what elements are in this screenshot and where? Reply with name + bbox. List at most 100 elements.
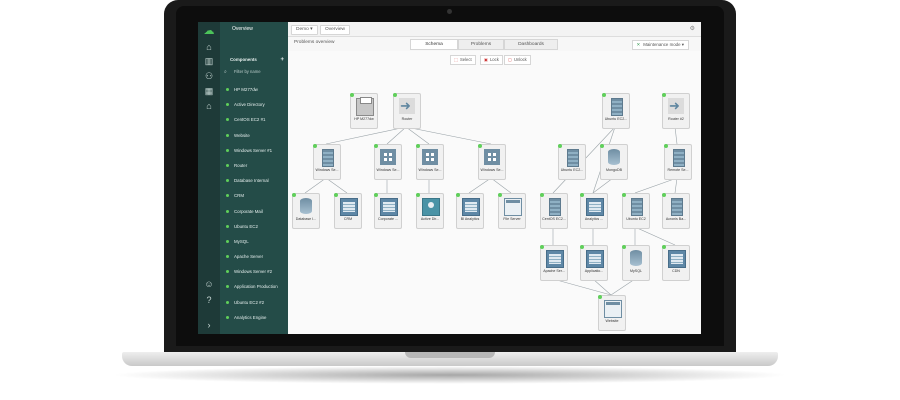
- schema-node[interactable]: CentOS EC2...: [540, 193, 568, 229]
- tab-dashboards[interactable]: Dashboards: [504, 39, 558, 50]
- maintenance-mode-toggle[interactable]: ✕ Maintenance mode ▾: [631, 40, 689, 50]
- connection-line: [592, 177, 614, 194]
- tab-problems[interactable]: Problems: [458, 39, 504, 50]
- filter-input[interactable]: ⌕ Filter by name: [220, 66, 288, 78]
- schema-node[interactable]: Ubuntu EC2: [622, 193, 650, 229]
- schema-node[interactable]: Router: [393, 93, 421, 129]
- node-label: Router: [401, 117, 413, 121]
- cloud-logo-icon[interactable]: ☁: [203, 26, 215, 37]
- status-dot-icon: [226, 148, 229, 152]
- app-icon: [586, 250, 604, 268]
- node-status-icon: [416, 144, 420, 148]
- component-item[interactable]: Router: [220, 158, 288, 173]
- schema-node[interactable]: Active Dir...: [416, 193, 444, 229]
- schema-node[interactable]: CDN: [662, 245, 690, 281]
- server-icon: [549, 198, 561, 216]
- schema-node[interactable]: File Server: [498, 193, 526, 229]
- node-status-icon: [600, 144, 604, 148]
- expand-icon[interactable]: ›: [203, 320, 215, 330]
- laptop-notch: [405, 352, 495, 358]
- icon-rail: ☁ ⌂ ▥ ⚇ ▦ ⌂ ☺ ? ›: [198, 22, 220, 334]
- schema-node[interactable]: Corporate ...: [374, 193, 402, 229]
- status-dot-icon: [226, 300, 229, 304]
- router-icon: [399, 98, 415, 114]
- component-item[interactable]: MySQL: [220, 234, 288, 249]
- chart-icon[interactable]: ▥: [203, 56, 215, 66]
- schema-node[interactable]: BI Analytics: [456, 193, 484, 229]
- node-status-icon: [558, 144, 562, 148]
- printer-icon: [356, 97, 374, 116]
- component-label: Windows Server #1: [234, 147, 273, 153]
- schema-node[interactable]: CRM: [334, 193, 362, 229]
- component-item[interactable]: Corporate Mail: [220, 204, 288, 219]
- server-icon: [567, 149, 579, 167]
- schema-node[interactable]: Router #2: [662, 93, 690, 129]
- schema-node[interactable]: Windows Se...: [416, 144, 444, 180]
- team-icon[interactable]: ⚇: [203, 71, 215, 81]
- schema-node[interactable]: Windows Se...: [478, 144, 506, 180]
- windows-icon: [422, 149, 438, 165]
- schema-node[interactable]: MySQL: [622, 245, 650, 281]
- database-icon: [608, 149, 620, 165]
- node-label: Website: [605, 319, 619, 323]
- calendar-icon[interactable]: ▦: [203, 86, 215, 96]
- schema-node[interactable]: Apache Ser...: [540, 245, 568, 281]
- schema-node[interactable]: Ubuntu EC2...: [558, 144, 586, 180]
- help-icon[interactable]: ?: [203, 295, 215, 305]
- schema-node[interactable]: Windows Se...: [374, 144, 402, 180]
- user-icon[interactable]: ☺: [203, 279, 215, 289]
- server-icon: [631, 198, 643, 216]
- status-dot-icon: [226, 255, 229, 259]
- status-dot-icon: [226, 239, 229, 243]
- schema-node[interactable]: Ubuntu EC2...: [602, 93, 630, 129]
- component-item[interactable]: Apache Server: [220, 249, 288, 264]
- component-item[interactable]: Ubuntu EC2: [220, 219, 288, 234]
- schema-canvas[interactable]: ⬚Select ▣Lock ▢Unlock HP M277dwRouterWin…: [288, 51, 701, 334]
- server-icon: [671, 198, 683, 216]
- server-icon: [673, 149, 685, 167]
- tab-schema[interactable]: Schema: [410, 39, 458, 50]
- schema-node[interactable]: Applicatio...: [580, 245, 608, 281]
- schema-node[interactable]: Analytics ...: [580, 193, 608, 229]
- node-label: CRM: [343, 217, 353, 221]
- node-label: Ubuntu EC2...: [560, 168, 584, 172]
- component-item[interactable]: HP M277dw: [220, 82, 288, 97]
- component-item[interactable]: Analytics Engine: [220, 310, 288, 325]
- components-section: Components +: [220, 54, 288, 66]
- node-label: Applicatio...: [584, 269, 604, 273]
- component-item[interactable]: Active Directory: [220, 97, 288, 112]
- component-label: HP M277dw: [234, 87, 258, 92]
- component-item[interactable]: Windows Server #1: [220, 143, 288, 158]
- app-icon: [546, 250, 564, 268]
- schema-node[interactable]: Remote Se...: [664, 144, 692, 180]
- schema-node[interactable]: Acronis Ba...: [662, 193, 690, 229]
- component-item[interactable]: Windows Server #2: [220, 264, 288, 279]
- component-item[interactable]: Application Production: [220, 279, 288, 294]
- page-subtitle: Problems overview: [294, 40, 335, 45]
- node-label: File Server: [503, 217, 521, 221]
- schema-node[interactable]: Website: [598, 295, 626, 331]
- building-icon[interactable]: ⌂: [203, 101, 215, 111]
- breadcrumb-demo[interactable]: Demo ▾: [291, 25, 318, 35]
- app-screen: ☁ ⌂ ▥ ⚇ ▦ ⌂ ☺ ? › Overview Components + …: [198, 22, 701, 334]
- component-item[interactable]: Website: [220, 128, 288, 143]
- sidebar-header[interactable]: Overview: [220, 22, 288, 36]
- schema-node[interactable]: Database I...: [292, 193, 320, 229]
- add-component-icon[interactable]: +: [280, 54, 284, 66]
- node-label: Remote Se...: [667, 168, 689, 172]
- node-status-icon: [456, 193, 460, 197]
- component-item[interactable]: Ubuntu EC2 #2: [220, 295, 288, 310]
- breadcrumb-overview[interactable]: Overview: [320, 25, 350, 35]
- component-item[interactable]: CRM: [220, 188, 288, 203]
- component-item[interactable]: Database Internal: [220, 173, 288, 188]
- schema-node[interactable]: Windows Se...: [313, 144, 341, 180]
- node-status-icon: [662, 245, 666, 249]
- home-icon[interactable]: ⌂: [203, 42, 215, 52]
- schema-node[interactable]: HP M277dw: [350, 93, 378, 129]
- web-icon: [504, 198, 522, 216]
- connection-line: [674, 126, 678, 145]
- server-icon: [322, 149, 334, 167]
- settings-icon[interactable]: ⚙: [690, 25, 695, 32]
- component-item[interactable]: CentOS EC2 #1: [220, 112, 288, 127]
- schema-node[interactable]: MongoDB: [600, 144, 628, 180]
